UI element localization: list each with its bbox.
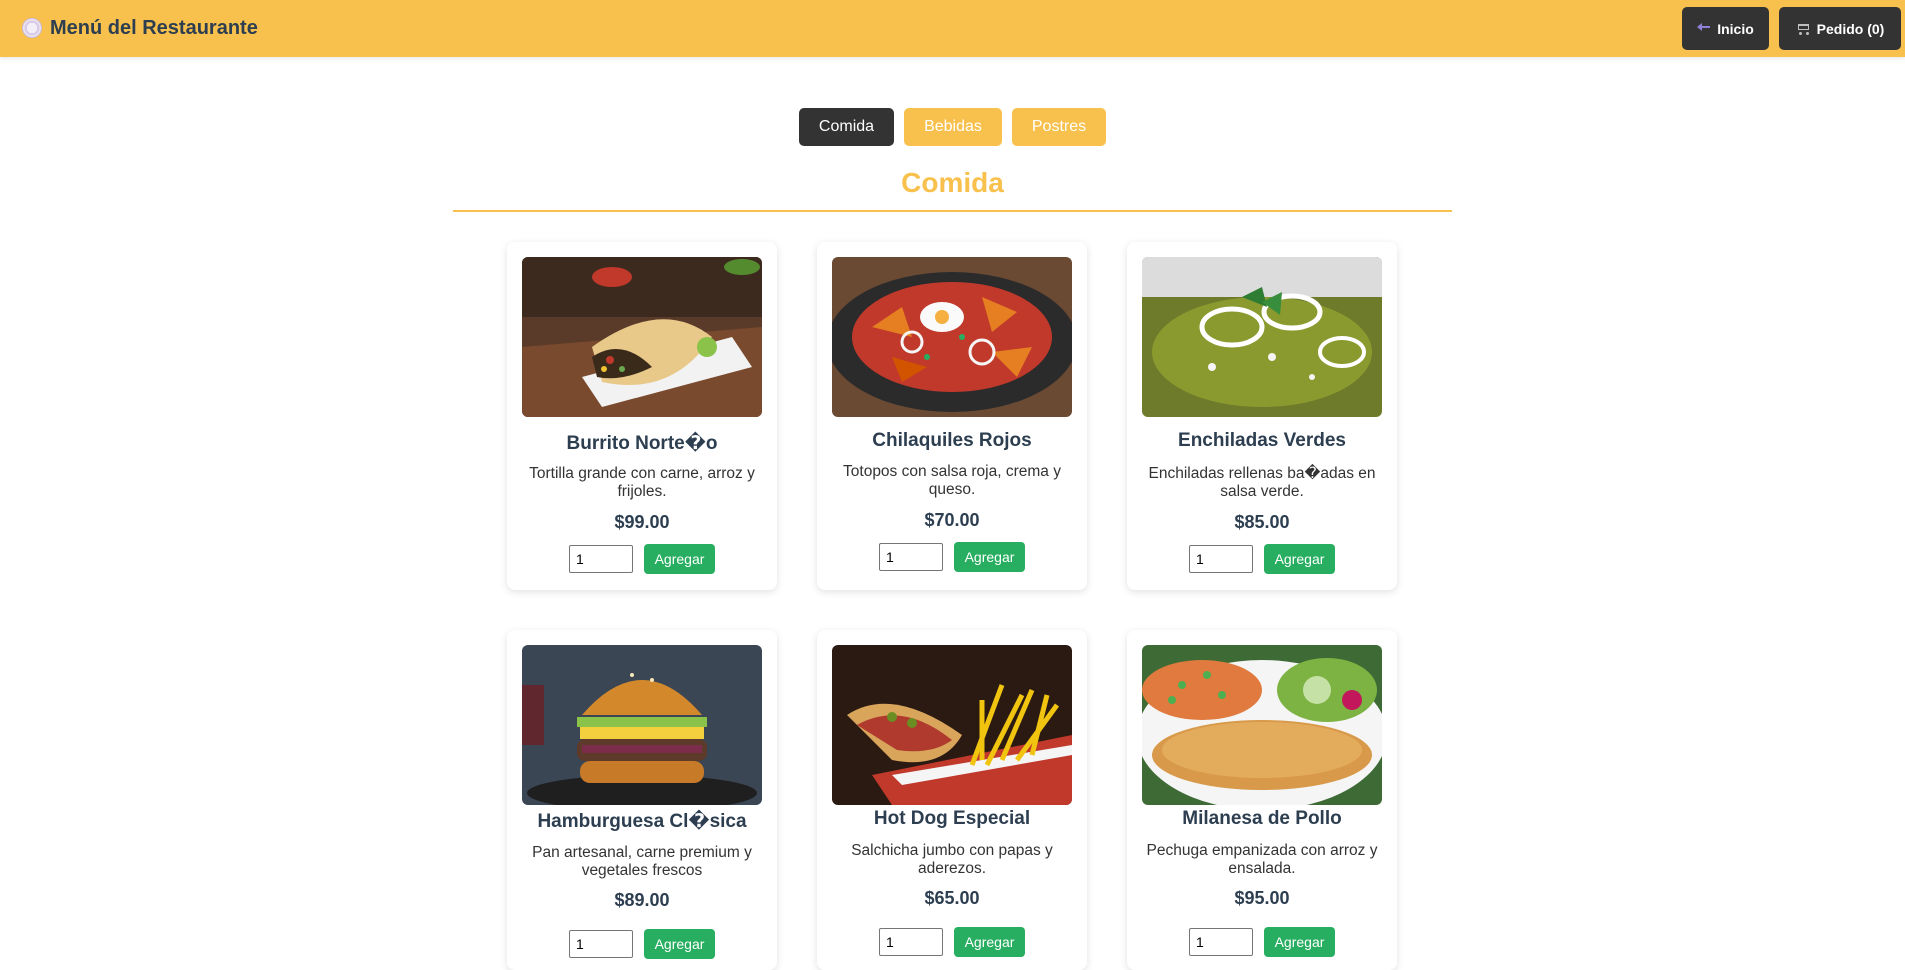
- menu-card: Hamburguesa Cl�sica Pan artesanal, carne…: [507, 630, 777, 970]
- back-arrow-icon: [1697, 22, 1711, 35]
- inicio-label: Inicio: [1717, 20, 1754, 37]
- tab-postres[interactable]: Postres: [1012, 108, 1106, 146]
- item-description: Salchicha jumbo con papas y aderezos.: [851, 842, 1053, 877]
- item-price: $89.00: [614, 890, 670, 910]
- menu-card: Enchiladas Verdes Enchiladas rellenas ba…: [1127, 242, 1397, 590]
- category-tabs: Comida Bebidas Postres: [799, 108, 1106, 146]
- section-title: Comida: [901, 167, 1004, 198]
- item-name: Hot Dog Especial: [873, 808, 1031, 829]
- tab-bebidas[interactable]: Bebidas: [904, 108, 1002, 146]
- pedido-button[interactable]: Pedido (0): [1779, 7, 1901, 50]
- menu-card: Burrito Norte�o Tortilla grande con carn…: [507, 242, 777, 590]
- quantity-input[interactable]: [879, 928, 943, 956]
- item-price: $95.00: [1234, 888, 1290, 908]
- food-image: [1142, 645, 1382, 805]
- page-title: Menú del Restaurante: [50, 16, 258, 39]
- item-price: $99.00: [614, 512, 670, 532]
- menu-card: Chilaquiles Rojos Totopos con salsa roja…: [817, 242, 1087, 590]
- plate-icon: [22, 18, 42, 38]
- food-image: [832, 257, 1072, 417]
- item-name: Burrito Norte�o: [566, 433, 718, 454]
- pedido-label: Pedido (0): [1816, 20, 1885, 37]
- food-image: [522, 257, 762, 417]
- quantity-input[interactable]: [1189, 928, 1253, 956]
- food-image: [1142, 257, 1382, 417]
- item-description: Pan artesanal, carne premium y vegetales…: [532, 844, 752, 879]
- quantity-input[interactable]: [569, 545, 633, 573]
- menu-card: Hot Dog Especial Salchicha jumbo con pap…: [817, 630, 1087, 970]
- item-name: Milanesa de Pollo: [1182, 808, 1342, 829]
- item-description: Enchiladas rellenas ba�adas en salsa ver…: [1148, 465, 1376, 500]
- food-image: [522, 645, 762, 805]
- food-image: [832, 645, 1072, 805]
- cart-icon: [1796, 23, 1811, 35]
- item-description: Totopos con salsa roja, crema y queso.: [843, 463, 1061, 498]
- quantity-input[interactable]: [1189, 545, 1253, 573]
- tab-comida[interactable]: Comida: [799, 108, 894, 146]
- add-button[interactable]: Agregar: [1264, 544, 1335, 574]
- item-name: Enchiladas Verdes: [1178, 430, 1346, 451]
- item-description: Tortilla grande con carne, arroz y frijo…: [529, 465, 755, 500]
- add-button[interactable]: Agregar: [1264, 927, 1335, 957]
- item-description: Pechuga empanizada con arroz y ensalada.: [1146, 842, 1378, 877]
- quantity-input[interactable]: [569, 930, 633, 958]
- item-price: $65.00: [924, 888, 980, 908]
- inicio-button[interactable]: Inicio: [1682, 7, 1769, 50]
- add-button[interactable]: Agregar: [954, 542, 1025, 572]
- quantity-input[interactable]: [879, 543, 943, 571]
- item-price: $85.00: [1234, 512, 1290, 532]
- item-price: $70.00: [924, 510, 980, 530]
- brand: Menú del Restaurante: [22, 14, 258, 42]
- section-divider: [453, 210, 1452, 212]
- menu-card: Milanesa de Pollo Pechuga empanizada con…: [1127, 630, 1397, 970]
- item-name: Hamburguesa Cl�sica: [537, 811, 747, 832]
- add-button[interactable]: Agregar: [954, 927, 1025, 957]
- add-button[interactable]: Agregar: [644, 544, 715, 574]
- add-button[interactable]: Agregar: [644, 929, 715, 959]
- item-name: Chilaquiles Rojos: [872, 430, 1032, 451]
- top-navbar: Menú del Restaurante Inicio Pedido (0): [0, 0, 1905, 57]
